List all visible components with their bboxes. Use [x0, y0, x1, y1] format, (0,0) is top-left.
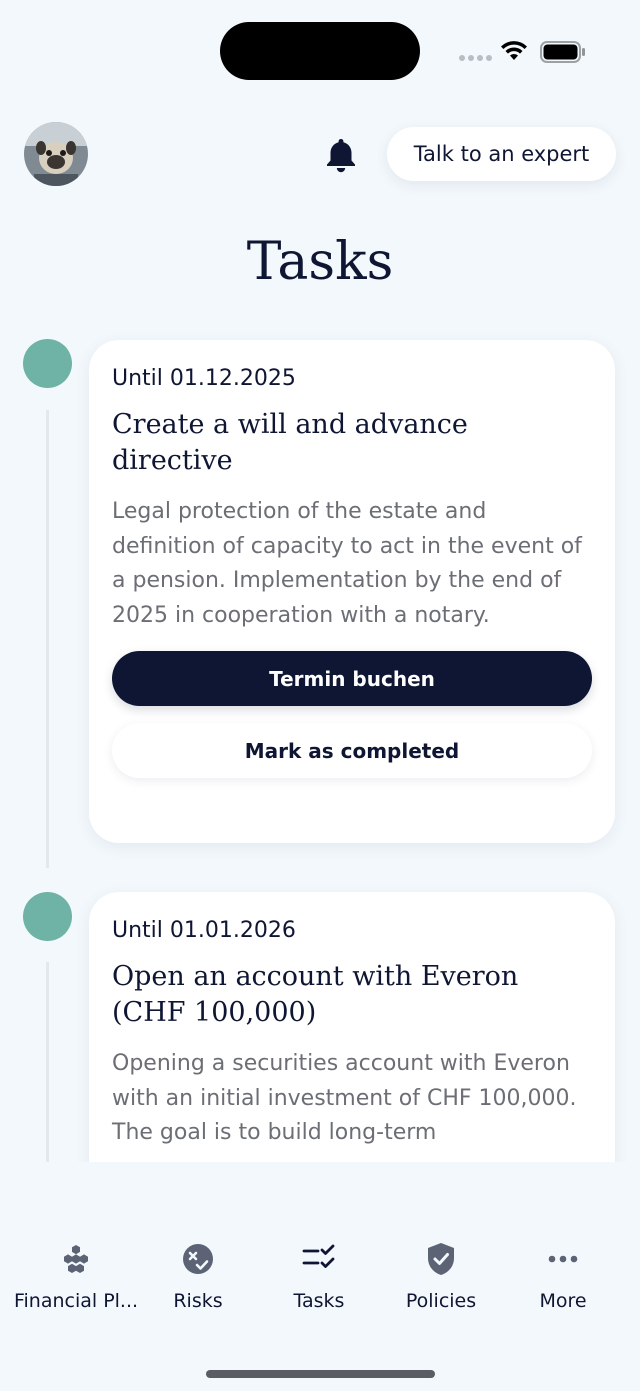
more-dots-icon [548, 1255, 578, 1263]
tab-risks[interactable]: Risks [133, 1240, 263, 1312]
tab-label: Risks [173, 1290, 223, 1312]
dynamic-island [220, 22, 420, 80]
book-appointment-button[interactable]: Termin buchen [112, 651, 592, 706]
talk-to-expert-button[interactable]: Talk to an expert [387, 127, 616, 181]
tab-more[interactable]: More [498, 1240, 628, 1312]
task-title: Open an account with Everon (CHF 100,000… [112, 961, 519, 1028]
avatar-dog-image [24, 122, 88, 186]
tab-policies[interactable]: Policies [376, 1240, 506, 1312]
tab-label: More [539, 1290, 587, 1312]
task-due-date: Until 01.01.2026 [112, 918, 296, 943]
bell-icon[interactable] [324, 137, 358, 173]
task-description: Legal protection of the estate and defin… [112, 499, 582, 628]
checklist-icon [302, 1244, 335, 1268]
page-title: Tasks [246, 232, 394, 292]
battery-icon [540, 41, 585, 63]
timeline-line [46, 410, 49, 868]
tab-label: Tasks [293, 1290, 345, 1312]
tab-label: Policies [405, 1290, 477, 1312]
task-due-date: Until 01.12.2025 [112, 366, 296, 391]
avatar[interactable] [24, 122, 88, 186]
shield-check-icon [428, 1243, 454, 1275]
tab-label: Financial Pl... [13, 1290, 139, 1312]
hexagon-cluster-icon [64, 1245, 88, 1273]
tab-tasks[interactable]: Tasks [254, 1240, 384, 1312]
home-indicator[interactable] [206, 1370, 435, 1378]
task-title: Create a will and advance directive [112, 409, 468, 476]
timeline-line [46, 962, 49, 1162]
signal-dots-icon [459, 55, 492, 61]
wifi-icon [501, 41, 527, 60]
task-card: Until 01.01.2026 Open an account with Ev… [89, 892, 615, 1192]
risk-shield-icon [183, 1244, 213, 1274]
task-card: Until 01.12.2025 Create a will and advan… [89, 340, 615, 843]
timeline-dot [23, 892, 72, 941]
task-description: Opening a securities account with Everon… [112, 1051, 577, 1145]
mark-completed-button[interactable]: Mark as completed [112, 723, 592, 778]
timeline-dot [23, 339, 72, 388]
tab-financial-plan[interactable]: Financial Pl... [11, 1240, 141, 1312]
